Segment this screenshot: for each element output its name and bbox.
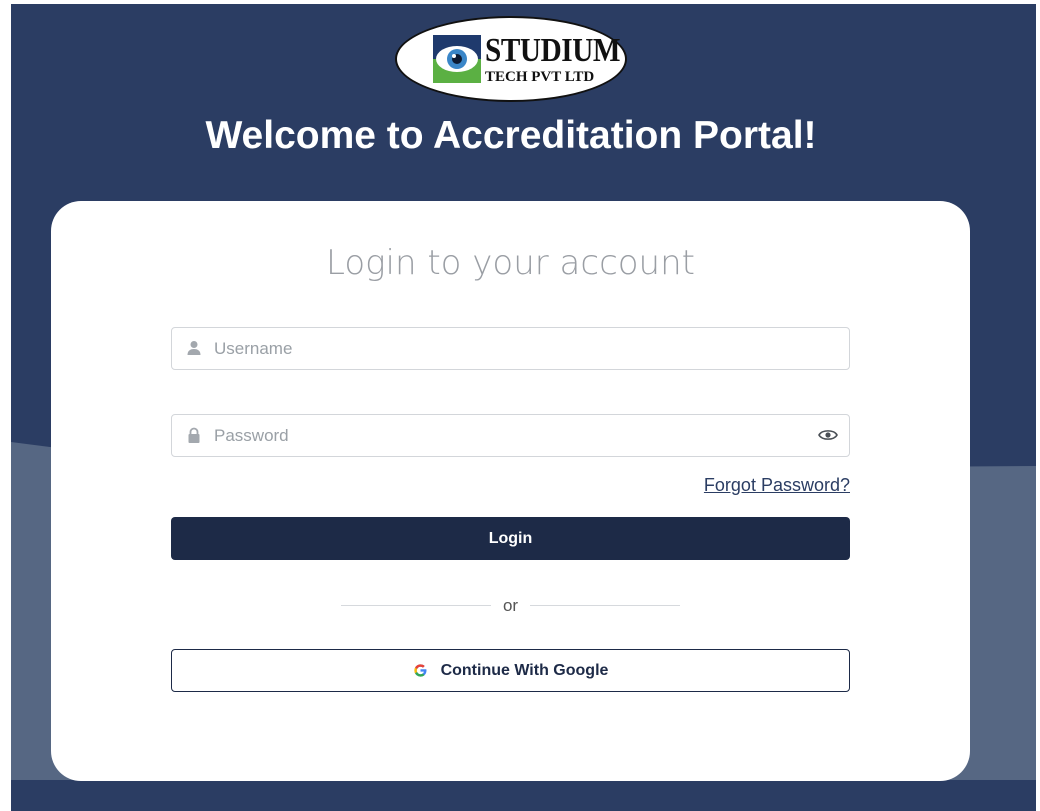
google-button-label: Continue With Google <box>440 661 609 679</box>
logo-subtitle: TECH PVT LTD <box>485 69 595 85</box>
bottom-band <box>11 780 1036 811</box>
eye-icon <box>433 35 481 83</box>
username-field[interactable] <box>171 327 850 370</box>
divider-or: or <box>502 596 519 615</box>
page-background: STUDIUM TECH PVT LTD Welcome to Accredit… <box>11 4 1036 811</box>
google-icon <box>413 664 427 677</box>
forgot-password-link[interactable]: Forgot Password? <box>704 475 850 496</box>
user-icon <box>187 341 201 355</box>
eye-icon[interactable] <box>818 427 838 443</box>
page-title: Welcome to Accreditation Portal! <box>205 114 817 157</box>
continue-with-google-button[interactable]: Continue With Google <box>171 649 850 692</box>
divider-line-left <box>341 605 491 606</box>
divider-line-right <box>530 605 680 606</box>
login-card: Login to your account Forgot Password? L… <box>51 201 970 781</box>
username-input[interactable] <box>214 328 794 369</box>
lock-icon <box>188 427 200 443</box>
logo-name: STUDIUM <box>485 32 621 69</box>
company-logo: STUDIUM TECH PVT LTD <box>395 16 627 102</box>
password-field[interactable] <box>171 414 850 457</box>
login-card-title: Login to your account <box>325 243 695 283</box>
password-input[interactable] <box>214 415 794 456</box>
login-button[interactable]: Login <box>171 517 850 560</box>
